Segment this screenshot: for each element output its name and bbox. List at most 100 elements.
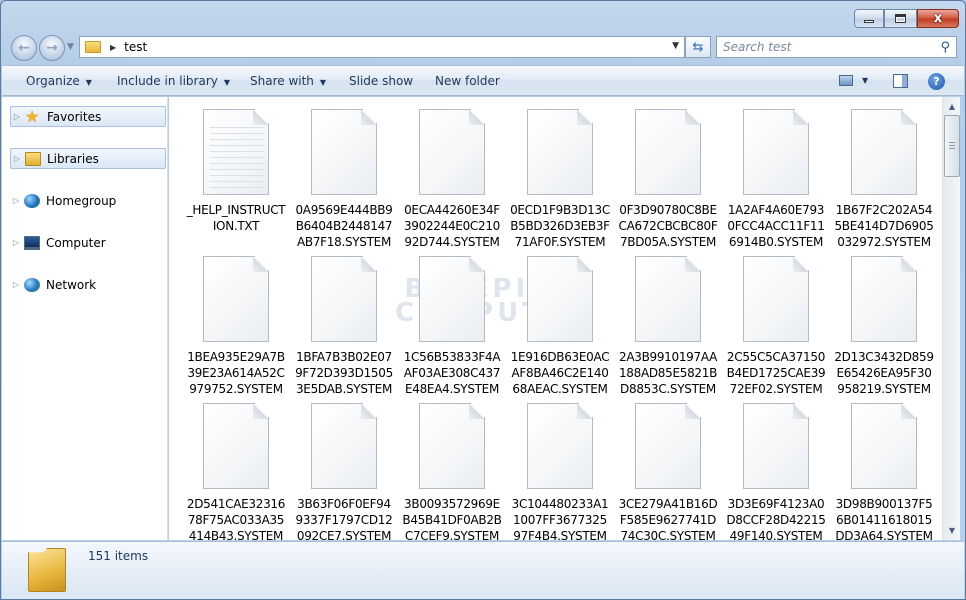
breadcrumb-arrow-icon[interactable]: ▶ — [110, 43, 116, 52]
share-with-button[interactable]: Share with ▼ — [250, 74, 326, 88]
back-button[interactable]: ← — [11, 35, 37, 61]
expand-icon[interactable]: ▷ — [11, 154, 23, 163]
file-item[interactable]: _HELP_INSTRUCTION.TXT — [186, 109, 286, 255]
nav-item-label: Favorites — [47, 109, 102, 124]
file-item[interactable]: 3B0093572969EB45B41DF0AB2BC7CEF9.SYSTEM — [402, 403, 502, 540]
nav-item-libraries[interactable]: ▷ Libraries — [10, 148, 166, 169]
blank-file-icon — [743, 109, 809, 195]
blank-file-icon — [743, 403, 809, 489]
computer-icon — [24, 235, 40, 250]
file-item[interactable]: 2D13C3432D859E65426EA95F30958219.SYSTEM — [834, 256, 934, 402]
blank-file-icon — [527, 109, 593, 195]
scroll-thumb[interactable] — [944, 115, 960, 177]
file-item[interactable]: 0F3D90780C8BECA672CBCBC80F7BD05A.SYSTEM — [618, 109, 718, 255]
file-item[interactable]: 1A2AF4A60E7930FCC4ACC11F116914B0.SYSTEM — [726, 109, 826, 255]
command-bar: Organize ▼ Include in library ▼ Share with… — [2, 65, 964, 96]
scroll-down-icon[interactable]: ▼ — [944, 522, 960, 539]
file-item[interactable]: 1E916DB63E0ACAF8BA46C2E14068AEAC.SYSTEM — [510, 256, 610, 402]
nav-item-label: Libraries — [47, 151, 99, 166]
organize-button[interactable]: Organize ▼ — [26, 74, 92, 88]
slide-show-button[interactable]: Slide show — [349, 74, 413, 88]
expand-icon[interactable]: ▷ — [10, 280, 22, 289]
file-name: 1C56B53833F4AAF03AE308C437E48EA4.SYSTEM — [403, 350, 501, 396]
forward-arrow-icon: → — [46, 40, 58, 56]
file-list-view: BLEEPING COMPUTER _HELP_INSTRUCTION.TXT 0… — [169, 97, 942, 540]
file-name: 3B0093572969EB45B41DF0AB2BC7CEF9.SYSTEM — [402, 497, 502, 540]
file-item[interactable]: 3D98B900137F56B01411618015DD3A64.SYSTEM — [834, 403, 934, 540]
vertical-scrollbar[interactable]: ▲ ▼ — [942, 97, 960, 540]
maximize-icon — [895, 14, 906, 23]
view-options-dropdown-icon[interactable]: ▼ — [862, 76, 868, 85]
folder-icon — [28, 548, 66, 592]
expand-icon[interactable]: ▷ — [10, 238, 22, 247]
file-item[interactable]: 2A3B9910197AA188AD85E5821BD8853C.SYSTEM — [618, 256, 718, 402]
file-item[interactable]: 2D541CAE3231678F75AC033A35414B43.SYSTEM — [186, 403, 286, 540]
nav-item-favorites[interactable]: ▷ ★ Favorites — [10, 106, 166, 127]
file-name: 0A9569E444BB9B6404B2448147AB7F18.SYSTEM — [295, 203, 393, 249]
expand-icon[interactable]: ▷ — [11, 112, 23, 121]
nav-item-label: Network — [46, 277, 97, 292]
address-bar[interactable]: ▶ test ▼ — [79, 36, 685, 58]
file-item[interactable]: 0ECD1F9B3D13CB5BD326D3EB3F71AF0F.SYSTEM — [510, 109, 610, 255]
file-item[interactable]: 1BFA7B3B02E079F72D393D15053E5DAB.SYSTEM — [294, 256, 394, 402]
forward-button[interactable]: → — [39, 35, 65, 61]
file-item[interactable]: 0ECA44260E34F3902244E0C21092D744.SYSTEM — [402, 109, 502, 255]
navigation-row: ← → ▼ ▶ test ▼ ⇆ Search test ⚲ — [1, 31, 965, 65]
scroll-up-icon[interactable]: ▲ — [944, 98, 960, 115]
file-item[interactable]: 2C55C5CA37150B4ED1725CAE3972EF02.SYSTEM — [726, 256, 826, 402]
navigation-pane: ▷ ★ Favorites ▷ Libraries ▷ Homegroup ▷ … — [2, 97, 168, 540]
blank-file-icon — [851, 256, 917, 342]
blank-file-icon — [527, 256, 593, 342]
recent-pages-dropdown[interactable]: ▼ — [67, 42, 74, 52]
change-view-icon[interactable] — [839, 75, 853, 86]
file-item[interactable]: 3B63F06F0EF949337F1797CD12092CE7.SYSTEM — [294, 403, 394, 540]
blank-file-icon — [635, 403, 701, 489]
search-input[interactable]: Search test ⚲ — [716, 36, 957, 58]
folder-icon — [85, 41, 101, 53]
file-name: 3C104480233A11007FF367732597F4B4.SYSTEM — [511, 497, 609, 540]
blank-file-icon — [203, 403, 269, 489]
minimize-button[interactable] — [854, 9, 884, 28]
nav-item-computer[interactable]: ▷ Computer — [10, 232, 166, 253]
nav-item-network[interactable]: ▷ Network — [10, 274, 166, 295]
file-name: 1B67F2C202A545BE414D7D6905032972.SYSTEM — [834, 203, 934, 249]
file-item[interactable]: 1B67F2C202A545BE414D7D6905032972.SYSTEM — [834, 109, 934, 255]
new-folder-button[interactable]: New folder — [435, 74, 500, 88]
close-icon: x — [933, 11, 943, 26]
file-item[interactable]: 1BEA935E29A7B39E23A614A52C979752.SYSTEM — [186, 256, 286, 402]
file-name: 3B63F06F0EF949337F1797CD12092CE7.SYSTEM — [295, 497, 393, 540]
help-button[interactable]: ? — [928, 73, 945, 90]
file-item[interactable]: 3CE279A41B16DF585E9627741D74C30C.SYSTEM — [618, 403, 718, 540]
file-name: 2D541CAE3231678F75AC033A35414B43.SYSTEM — [186, 497, 286, 540]
file-item[interactable]: 0A9569E444BB9B6404B2448147AB7F18.SYSTEM — [294, 109, 394, 255]
close-button[interactable]: x — [917, 9, 959, 28]
refresh-button[interactable]: ⇆ — [685, 36, 711, 58]
blank-file-icon — [203, 256, 269, 342]
blank-file-icon — [635, 256, 701, 342]
file-item[interactable]: 3C104480233A11007FF367732597F4B4.SYSTEM — [510, 403, 610, 540]
file-item[interactable]: 3D3E69F4123A0D8CCF28D4221549F140.SYSTEM — [726, 403, 826, 540]
address-path[interactable]: test — [124, 40, 147, 54]
include-in-library-button[interactable]: Include in library ▼ — [117, 74, 230, 88]
explorer-window: x ← → ▼ ▶ test ▼ ⇆ Search test ⚲ Organiz… — [0, 0, 966, 600]
blank-file-icon — [851, 403, 917, 489]
nav-item-homegroup[interactable]: ▷ Homegroup — [10, 190, 166, 211]
blank-file-icon — [419, 403, 485, 489]
maximize-button[interactable] — [884, 9, 917, 28]
network-icon — [24, 277, 40, 292]
back-arrow-icon: ← — [18, 40, 30, 56]
minimize-icon — [864, 20, 874, 23]
caption-buttons: x — [854, 9, 959, 28]
blank-file-icon — [311, 256, 377, 342]
address-dropdown-icon[interactable]: ▼ — [672, 41, 679, 51]
blank-file-icon — [419, 256, 485, 342]
chevron-down-icon: ▼ — [319, 78, 327, 87]
search-icon[interactable]: ⚲ — [940, 40, 950, 55]
homegroup-icon — [24, 193, 40, 208]
file-name: _HELP_INSTRUCTION.TXT — [186, 203, 286, 233]
file-item[interactable]: 1C56B53833F4AAF03AE308C437E48EA4.SYSTEM — [402, 256, 502, 402]
blank-file-icon — [311, 109, 377, 195]
blank-file-icon — [419, 109, 485, 195]
preview-pane-icon[interactable] — [893, 74, 908, 88]
expand-icon[interactable]: ▷ — [10, 196, 22, 205]
